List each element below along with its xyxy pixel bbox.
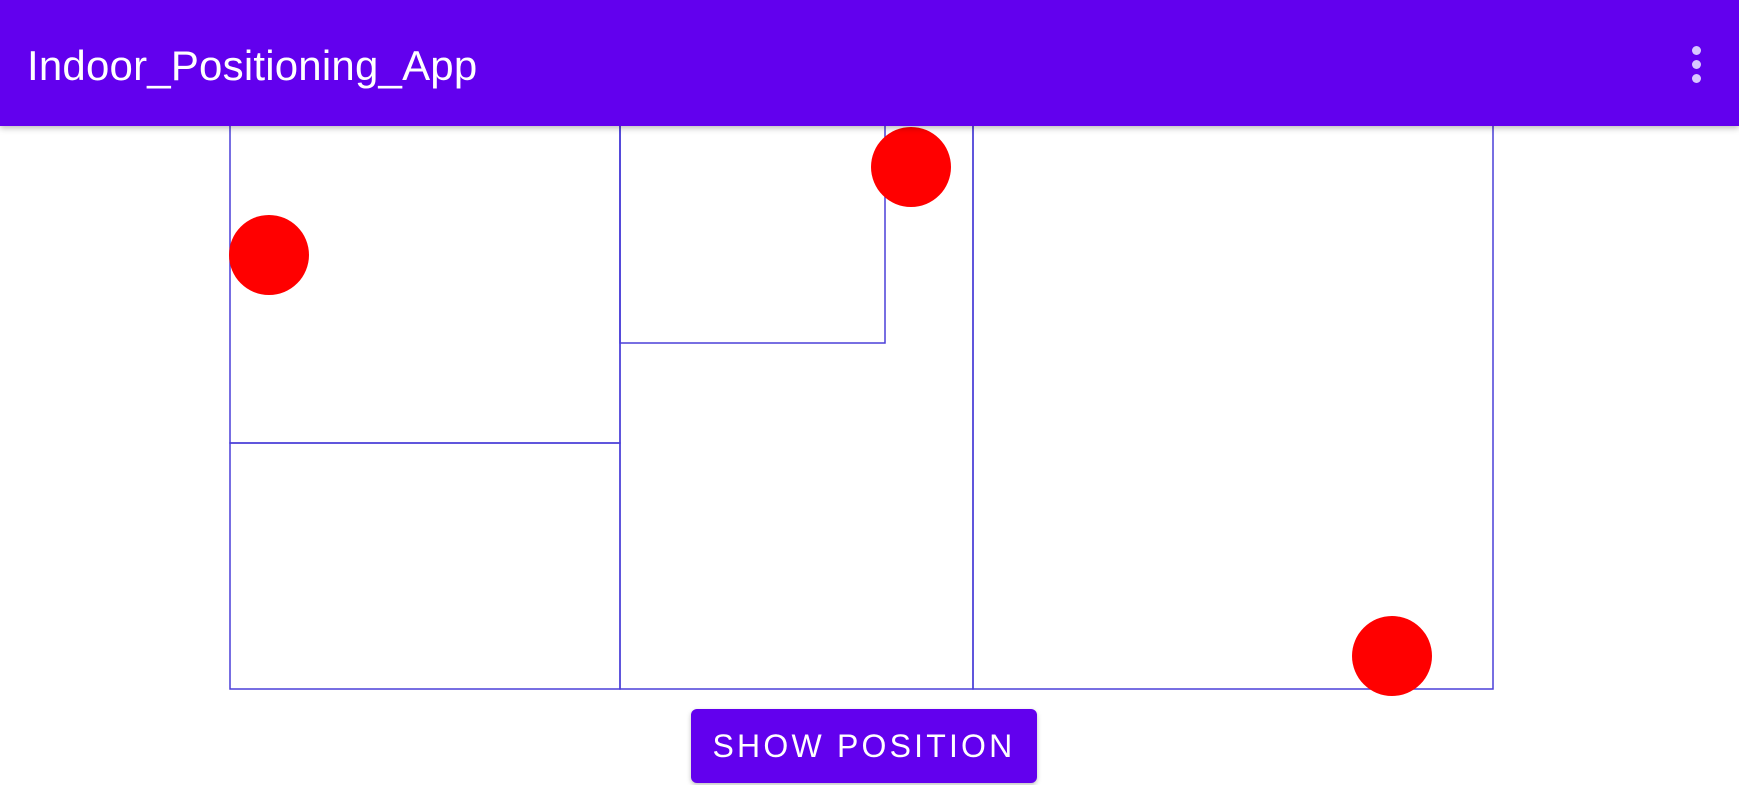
more-vert-icon[interactable] bbox=[1674, 38, 1718, 90]
position-marker bbox=[1352, 616, 1432, 696]
app-bar: Indoor_Positioning_App bbox=[0, 0, 1739, 126]
position-marker bbox=[871, 127, 951, 207]
app-title: Indoor_Positioning_App bbox=[27, 42, 478, 89]
show-position-button[interactable]: SHOW POSITION bbox=[691, 709, 1037, 783]
app-screen: Indoor_Positioning_App SHOW POSITION bbox=[0, 0, 1739, 785]
position-marker bbox=[229, 215, 309, 295]
room-right bbox=[972, 89, 1494, 690]
room-small-center bbox=[619, 89, 886, 344]
room-bottom-left bbox=[229, 442, 621, 690]
